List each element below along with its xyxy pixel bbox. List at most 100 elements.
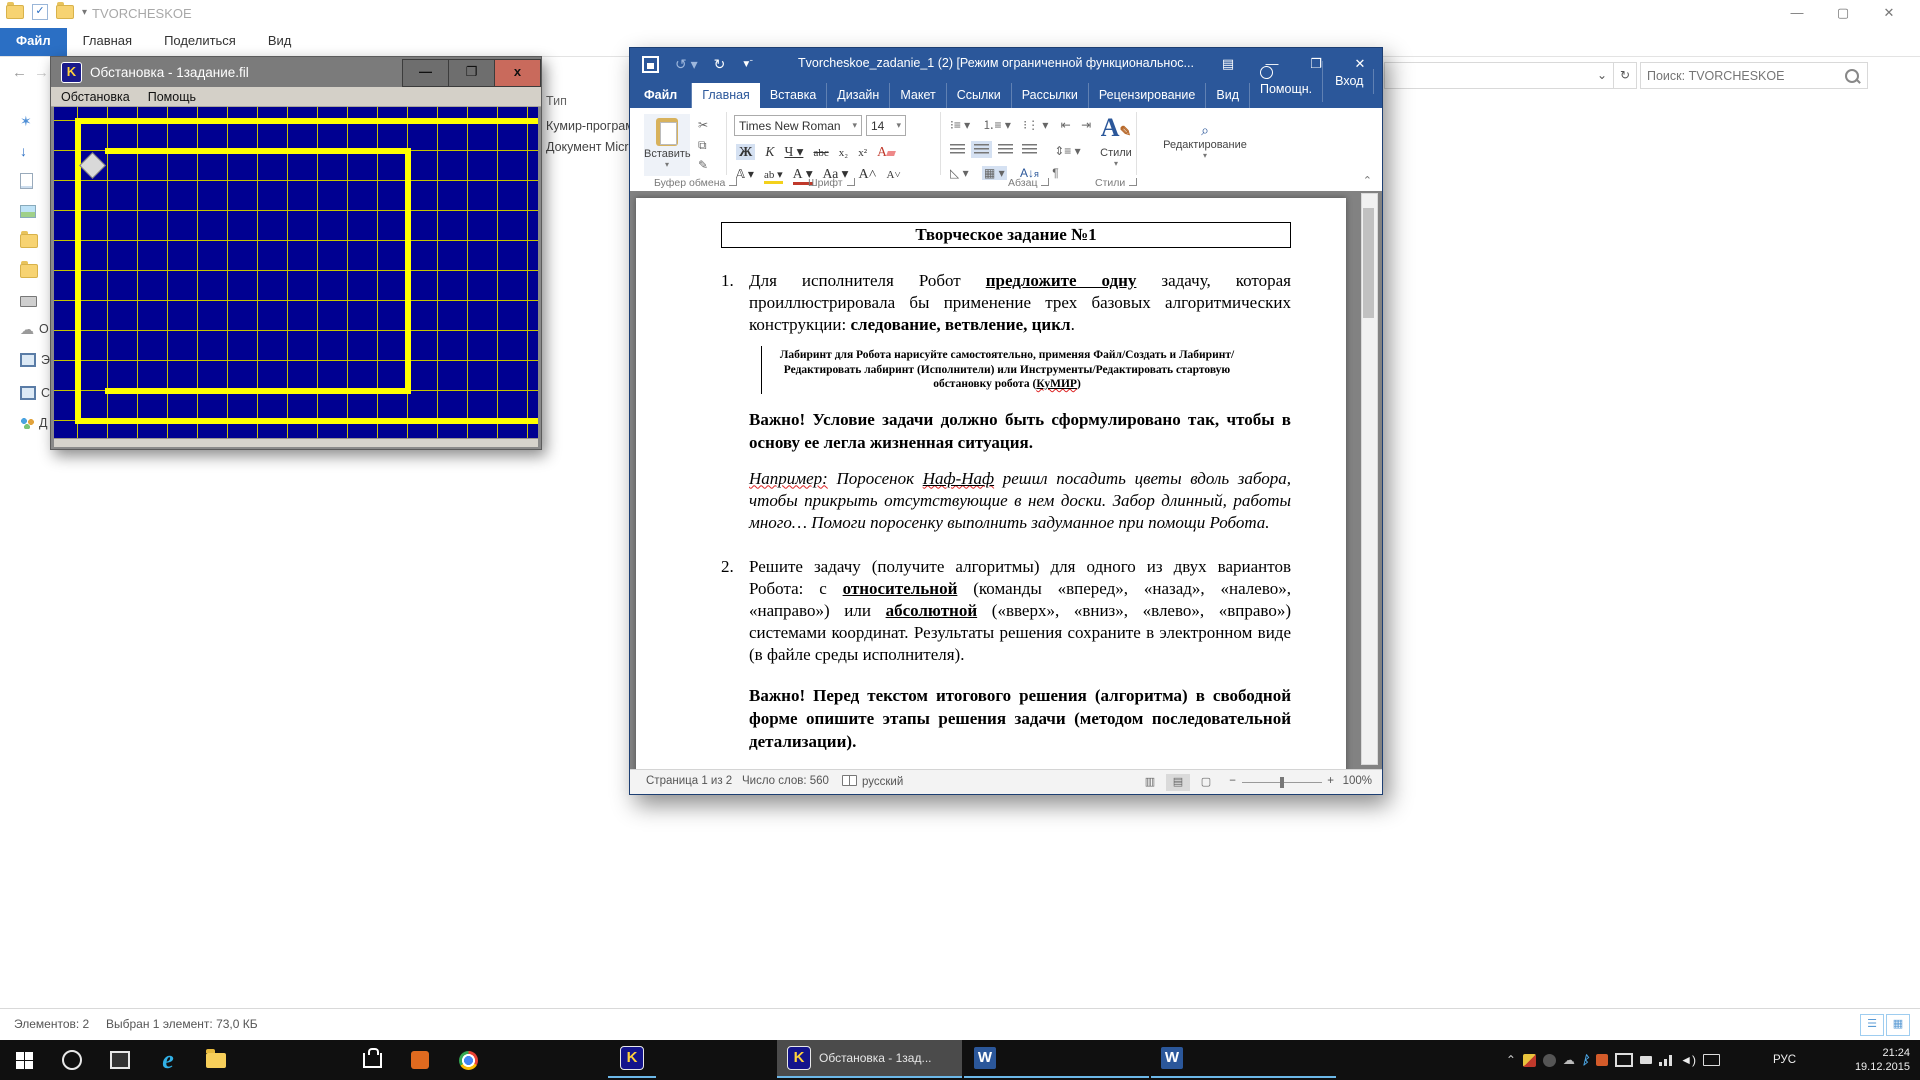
format-painter-icon[interactable]: ✎ (698, 158, 708, 172)
word-signin-button[interactable]: Вход (1325, 69, 1374, 94)
copy-icon[interactable]: ⧉ (698, 138, 707, 153)
sidebar-item-drive[interactable] (20, 290, 50, 312)
italic-icon[interactable]: К (765, 144, 774, 160)
kumir-menu-environment[interactable]: Обстановка (61, 90, 130, 104)
status-language[interactable]: русский (842, 775, 903, 788)
explorer-minimize-button[interactable]: — (1774, 0, 1820, 28)
edge-button[interactable]: e (144, 1040, 192, 1080)
forward-icon[interactable]: → (34, 64, 49, 81)
clear-format-icon[interactable]: А (877, 144, 895, 160)
scrollbar-thumb[interactable] (1363, 208, 1374, 318)
app-tray-icon[interactable] (1596, 1054, 1608, 1066)
word-tab-insert[interactable]: Вставка (760, 83, 827, 108)
qat-customize-icon[interactable]: ▼̄ (741, 59, 751, 70)
word-share-button[interactable]: Общий доступ (1376, 55, 1383, 108)
align-center-icon[interactable] (974, 144, 989, 155)
dialog-launcher-icon[interactable] (847, 178, 855, 186)
zoom-in-icon[interactable]: + (1327, 775, 1334, 787)
ribbon-display-options-icon[interactable]: ▤ (1206, 48, 1250, 81)
word-tab-home[interactable]: Главная (692, 83, 760, 108)
back-icon[interactable]: ← (12, 64, 27, 81)
clock[interactable]: 21:24 19.12.2015 (1855, 1040, 1910, 1080)
file-row-type[interactable]: Документ Micr (546, 137, 630, 157)
save-icon[interactable] (642, 56, 659, 73)
details-view-icon[interactable]: ☰ (1860, 1014, 1884, 1036)
onedrive-cloud-icon[interactable]: ☁ (1563, 1054, 1575, 1066)
sidebar-item-pictures[interactable] (20, 200, 50, 222)
status-page[interactable]: Страница 1 из 2 (646, 775, 732, 787)
highlight-color-icon[interactable]: ab ▾ (764, 168, 783, 184)
robot-field[interactable] (54, 107, 538, 438)
cortana-search-button[interactable] (48, 1040, 96, 1080)
shrink-font-icon[interactable]: А˅ (887, 169, 901, 181)
sidebar-item-homegroup[interactable]: Д (20, 412, 50, 434)
zoom-slider-thumb[interactable] (1280, 777, 1284, 788)
align-left-icon[interactable] (950, 144, 965, 155)
strikethrough-icon[interactable]: abc (813, 147, 828, 159)
paste-button[interactable]: Вставить ▾ (644, 114, 690, 176)
column-header-type[interactable]: Тип (546, 90, 631, 112)
qat-customize-icon[interactable]: ▾ (82, 7, 87, 18)
display-tray-icon[interactable] (1615, 1053, 1633, 1067)
bold-icon[interactable]: Ж (736, 144, 755, 160)
dialog-launcher-icon[interactable] (729, 178, 737, 186)
text-effects-icon[interactable]: 𝔸 ▾ (736, 167, 754, 182)
bullets-icon[interactable]: ⁝≡ ▾ (950, 118, 970, 132)
search-icon[interactable] (1845, 69, 1859, 83)
show-hidden-icons-chevron[interactable]: ⌃ (1506, 1054, 1516, 1066)
sidebar-item-folder[interactable] (20, 260, 50, 282)
status-word-count[interactable]: Число слов: 560 (742, 775, 829, 787)
taskbar-kumir-pinned[interactable]: K (608, 1040, 656, 1078)
dialog-launcher-icon[interactable] (1129, 178, 1137, 186)
bluetooth-icon[interactable]: ᛒ (1582, 1054, 1589, 1066)
word-tab-layout[interactable]: Макет (890, 83, 946, 108)
sidebar-item-documents[interactable] (20, 170, 50, 192)
word-tab-design[interactable]: Дизайн (827, 83, 890, 108)
font-name-combo[interactable]: Times New Roman▾ (734, 115, 862, 136)
word-tab-view[interactable]: Вид (1206, 83, 1250, 108)
robot-marker[interactable] (79, 152, 106, 179)
decrease-indent-icon[interactable]: ⇤ (1061, 118, 1071, 132)
taskbar-word-window-button-2[interactable]: W (1151, 1040, 1336, 1078)
sidebar-item-quick-access[interactable]: ✶ (20, 110, 50, 132)
start-button[interactable] (0, 1040, 48, 1080)
dialog-launcher-icon[interactable] (1041, 178, 1049, 186)
taskbar-word-window-button-1[interactable]: W (964, 1040, 1149, 1078)
address-dropdown-icon[interactable]: ⌄ (1591, 62, 1614, 89)
kumir-close-button[interactable]: x (494, 59, 541, 87)
sidebar-item-folder[interactable] (20, 230, 50, 252)
explorer-tab-home[interactable]: Главная (67, 28, 148, 56)
defender-tray-icon[interactable] (1543, 1054, 1556, 1067)
numbering-icon[interactable]: ⒈≡ ▾ (983, 118, 1011, 132)
volume-icon[interactable]: ◄) (1680, 1054, 1696, 1066)
font-size-combo[interactable]: 14▾ (866, 115, 906, 136)
word-tab-mailings[interactable]: Рассылки (1012, 83, 1089, 108)
redo-icon[interactable]: ↻ (714, 56, 726, 73)
language-indicator[interactable]: РУС (1767, 1040, 1802, 1080)
borders-icon[interactable]: ▦ ▾ (982, 166, 1007, 180)
undo-icon[interactable]: ↺ ▾ (675, 56, 698, 73)
editing-button[interactable]: ⌕ Редактирование ▾ (1160, 122, 1250, 160)
network-signal-icon[interactable] (1659, 1055, 1673, 1066)
thumbnail-view-icon[interactable]: ▦ (1886, 1014, 1910, 1036)
align-justify-icon[interactable] (1022, 144, 1037, 155)
explorer-tab-view[interactable]: Вид (252, 28, 308, 56)
word-tab-file[interactable]: Файл (630, 83, 692, 108)
store-button[interactable] (348, 1040, 396, 1080)
paragraph-mark-icon[interactable]: ¶ (1052, 166, 1058, 180)
touch-keyboard-icon[interactable] (1703, 1054, 1720, 1066)
collapse-ribbon-icon[interactable]: ⌃ (1363, 174, 1372, 187)
word-tab-help[interactable]: Помощн. (1250, 61, 1323, 102)
explorer-maximize-button[interactable]: ▢ (1820, 0, 1866, 28)
document-page[interactable]: Творческое задание №1 1. Для исполнителя… (636, 198, 1346, 769)
cut-icon[interactable]: ✂ (698, 118, 708, 132)
sidebar-item-network[interactable]: С (20, 382, 50, 404)
styles-button[interactable]: А✎ Стили ▾ (1085, 114, 1147, 176)
kumir-maximize-button[interactable]: ❐ (448, 59, 495, 87)
word-tab-review[interactable]: Рецензирование (1089, 83, 1207, 108)
properties-check-icon[interactable]: ✓ (32, 4, 48, 20)
word-vertical-scrollbar[interactable] (1361, 193, 1378, 765)
explorer-close-button[interactable]: ✕ (1866, 0, 1912, 28)
shading-icon[interactable]: ◺ ▾ (950, 166, 969, 180)
security-tray-icon[interactable] (1523, 1054, 1536, 1067)
